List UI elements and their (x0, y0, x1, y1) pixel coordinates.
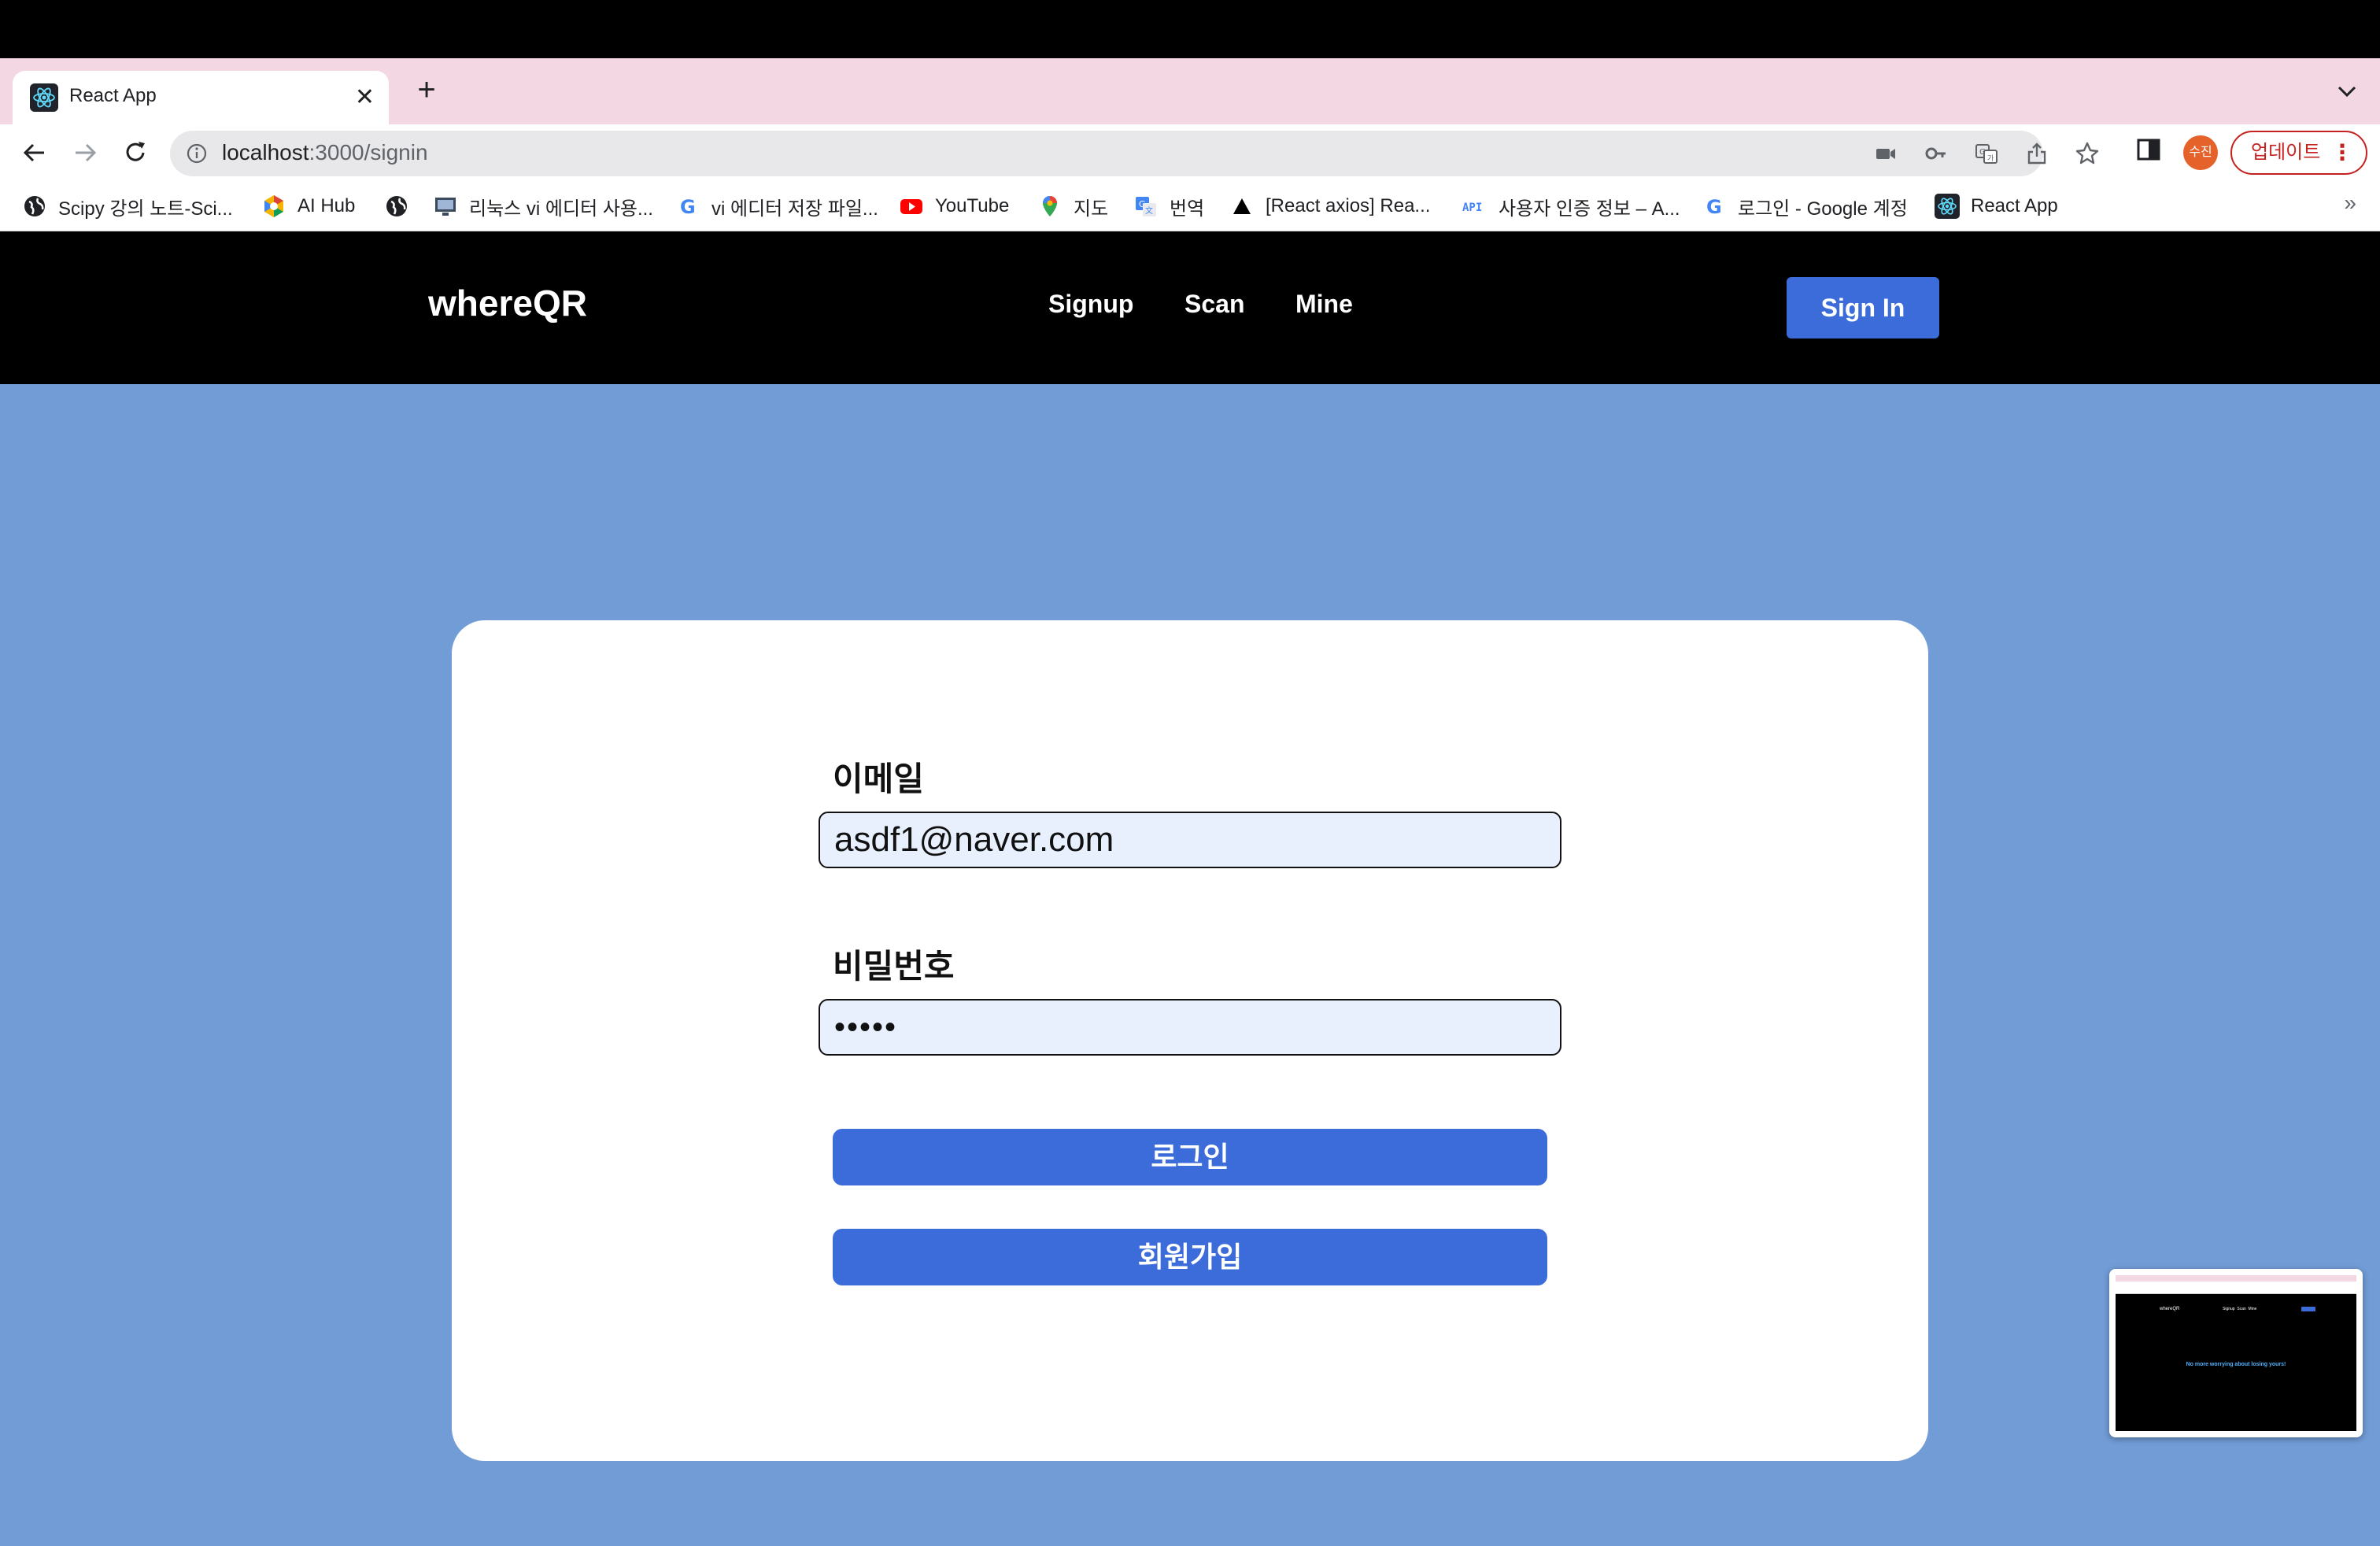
thumbnail-nav: Signup Scan Mine (2223, 1307, 2256, 1311)
bookmark-item[interactable]: 리눅스 vi 에디터 사용... (433, 192, 653, 220)
svg-text:G: G (680, 196, 696, 218)
star-icon[interactable] (2075, 141, 2100, 166)
bookmark-item[interactable]: API 사용자 인증 정보 – A... (1462, 192, 1680, 220)
google-icon: G (1706, 196, 1722, 218)
reload-icon[interactable] (118, 135, 153, 170)
bookmark-item[interactable] (384, 192, 420, 220)
bookmark-label: 로그인 - Google 계정 (1738, 198, 1908, 220)
login-card: 이메일 asdf1@naver.com 비밀번호 ••••• 로그인 회원가입 (452, 620, 1928, 1461)
url-text: localhost:3000/signin (222, 140, 428, 165)
bookmark-item[interactable]: AI Hub (261, 192, 355, 220)
thumbnail-nav-mine: Mine (2248, 1307, 2257, 1311)
more-menu-icon[interactable]: ⋮ (2331, 132, 2353, 173)
thumbnail-bookmarks (2116, 1289, 2356, 1294)
bookmark-item[interactable]: Scipy 강의 노트-Sci... (22, 192, 233, 220)
react-icon (1935, 194, 1960, 219)
camera-icon[interactable] (1873, 141, 1898, 166)
bookmark-label: AI Hub (298, 195, 356, 216)
password-field[interactable]: ••••• (819, 999, 1561, 1056)
svg-text:G: G (1979, 148, 1986, 157)
thumbnail-text: No more worrying about losing yours! (2186, 1362, 2286, 1367)
thumbnail-toolbar (2116, 1282, 2356, 1289)
brand-logo[interactable]: whereQR (428, 282, 587, 324)
thumbnail-brand: whereQR (2160, 1307, 2180, 1311)
password-label: 비밀번호 (833, 948, 955, 985)
nav-scan[interactable]: Scan (1184, 290, 1244, 319)
thumbnail-nav-signup: Signup (2223, 1307, 2235, 1311)
bookmark-item[interactable]: 지도 (1037, 192, 1108, 220)
bookmark-item[interactable]: G vi 에디터 저장 파일... (675, 192, 878, 220)
chevron-down-icon[interactable] (2331, 76, 2363, 107)
maps-icon (1043, 196, 1057, 216)
app-navbar: whereQR Signup Scan Mine Sign In (0, 231, 2380, 384)
key-icon[interactable] (1924, 141, 1949, 166)
signup-button[interactable]: 회원가입 (833, 1229, 1547, 1285)
svg-text:G: G (1706, 196, 1722, 218)
profile-avatar[interactable]: 수진 (2183, 135, 2218, 170)
bookmark-label: 지도 (1074, 198, 1109, 220)
bookmark-item[interactable]: [React axios] Rea... (1229, 192, 1430, 220)
browser-tab[interactable]: React App ✕ (13, 71, 389, 124)
bookmark-label: [React axios] Rea... (1266, 195, 1431, 216)
bookmark-label: 사용자 인증 정보 – A... (1499, 198, 1680, 220)
svg-text:文: 文 (1145, 205, 1153, 216)
email-field[interactable]: asdf1@naver.com (819, 812, 1561, 868)
tab-close-icon[interactable]: ✕ (355, 82, 375, 113)
update-button[interactable]: 업데이트 ⋮ (2230, 131, 2367, 175)
globe-icon (24, 196, 45, 216)
google-icon: G (680, 196, 696, 218)
svg-text:API: API (1462, 202, 1482, 214)
sign-in-button[interactable]: Sign In (1787, 277, 1939, 338)
email-label: 이메일 (833, 760, 924, 797)
bookmark-label: vi 에디터 저장 파일... (711, 198, 878, 220)
os-menu-strip (0, 0, 2380, 58)
bookmark-label: Scipy 강의 노트-Sci... (58, 198, 233, 220)
bookmark-label: 리눅스 vi 에디터 사용... (469, 198, 653, 220)
side-panel-icon[interactable] (2134, 135, 2163, 164)
address-bar[interactable]: localhost:3000/signin G 가 (170, 131, 2099, 176)
url-path: :3000/signin (309, 140, 428, 165)
tab-title: React App (69, 85, 157, 106)
thumbnail-nav-scan: Scan (2237, 1307, 2246, 1311)
bookmark-label: 번역 (1170, 198, 1205, 220)
triangle-icon (1233, 198, 1251, 214)
thumbnail-preview: whereQR Signup Scan Mine No more worryin… (2116, 1275, 2356, 1431)
screenshot-thumbnail[interactable]: whereQR Signup Scan Mine No more worryin… (2109, 1269, 2363, 1437)
browser-toolbar: localhost:3000/signin G 가 수진 업데이트 ⋮ (0, 124, 2380, 181)
thumbnail-signin (2301, 1307, 2315, 1311)
back-icon[interactable] (17, 135, 52, 170)
browser-tab-bar: React App ✕ + (0, 58, 2380, 124)
bookmark-item[interactable]: G文 번역 (1133, 192, 1204, 220)
api-icon: API (1462, 202, 1482, 214)
nav-signup[interactable]: Signup (1048, 290, 1133, 319)
share-icon[interactable] (2024, 141, 2049, 166)
monitor-icon (435, 198, 456, 216)
forward-icon[interactable] (68, 135, 102, 170)
globe-icon (386, 196, 407, 216)
bookmarks-bar: Scipy 강의 노트-Sci... AI Hub 리눅스 vi 에디터 사용.… (0, 181, 2380, 231)
update-label: 업데이트 (2251, 142, 2321, 163)
thumbnail-tabbar (2116, 1275, 2356, 1282)
bookmark-label: React App (1971, 195, 2058, 216)
site-info-icon[interactable] (186, 142, 208, 165)
translate-icon[interactable]: G 가 (1974, 141, 1999, 166)
bookmark-item[interactable]: G 로그인 - Google 계정 (1702, 192, 1908, 220)
new-tab-button[interactable]: + (409, 72, 444, 107)
bookmark-label: YouTube (935, 195, 1010, 216)
bookmark-item[interactable]: YouTube (899, 192, 1009, 220)
youtube-icon (900, 199, 922, 214)
translate-icon: G文 (1136, 197, 1156, 216)
nav-mine[interactable]: Mine (1295, 290, 1353, 319)
svg-text:가: 가 (1987, 154, 1994, 163)
bookmarks-overflow-icon[interactable]: » (2344, 190, 2356, 216)
login-button[interactable]: 로그인 (833, 1129, 1547, 1185)
bookmark-item[interactable]: React App (1935, 192, 2058, 220)
aihub-icon (264, 195, 283, 217)
react-icon (30, 83, 58, 112)
url-host: localhost (222, 140, 309, 165)
main-content: 이메일 asdf1@naver.com 비밀번호 ••••• 로그인 회원가입 (0, 384, 2380, 1546)
